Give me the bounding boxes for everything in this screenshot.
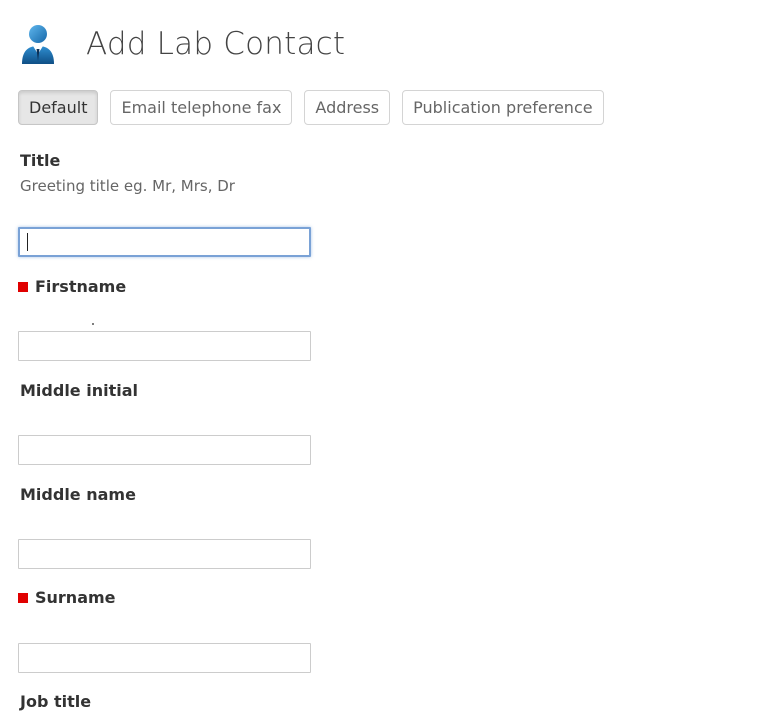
title-label: Title	[20, 151, 60, 170]
middle-initial-input[interactable]	[18, 435, 311, 465]
tab-address[interactable]: Address	[304, 90, 391, 125]
job-title-label: Job title	[20, 692, 91, 711]
tab-email-telephone-fax[interactable]: Email telephone fax	[110, 90, 293, 125]
middle-name-label: Middle name	[20, 485, 136, 504]
middle-name-label-text: Middle name	[20, 485, 136, 504]
tab-default[interactable]: Default	[18, 90, 99, 125]
surname-label-text: Surname	[35, 588, 116, 607]
middle-initial-label: Middle initial	[20, 381, 138, 400]
firstname-input[interactable]	[18, 331, 311, 361]
required-marker-icon	[18, 281, 28, 292]
title-label-text: Title	[20, 151, 61, 170]
user-contact-icon	[22, 25, 54, 64]
stray-dot	[92, 323, 94, 325]
middle-initial-label-text: Middle initial	[20, 381, 138, 400]
firstname-label: Firstname	[18, 277, 126, 296]
tab-bar: Default Email telephone fax Address Publ…	[18, 90, 604, 125]
surname-label: Surname	[18, 588, 116, 607]
tab-publication-preference[interactable]: Publication preference	[402, 90, 604, 125]
middle-name-input[interactable]	[18, 539, 311, 569]
job-title-label-text: Job title	[20, 692, 92, 711]
title-help-text: Greeting title eg. Mr, Mrs, Dr	[20, 177, 235, 195]
page-header: Add Lab Contact	[20, 22, 345, 66]
required-marker-icon	[18, 592, 28, 603]
firstname-label-text: Firstname	[35, 277, 127, 296]
page-title: Add Lab Contact	[86, 26, 346, 62]
text-caret	[27, 233, 28, 251]
title-input[interactable]	[18, 227, 311, 257]
surname-input[interactable]	[18, 643, 311, 673]
add-lab-contact-page: Add Lab Contact Default Email telephone …	[0, 0, 757, 728]
